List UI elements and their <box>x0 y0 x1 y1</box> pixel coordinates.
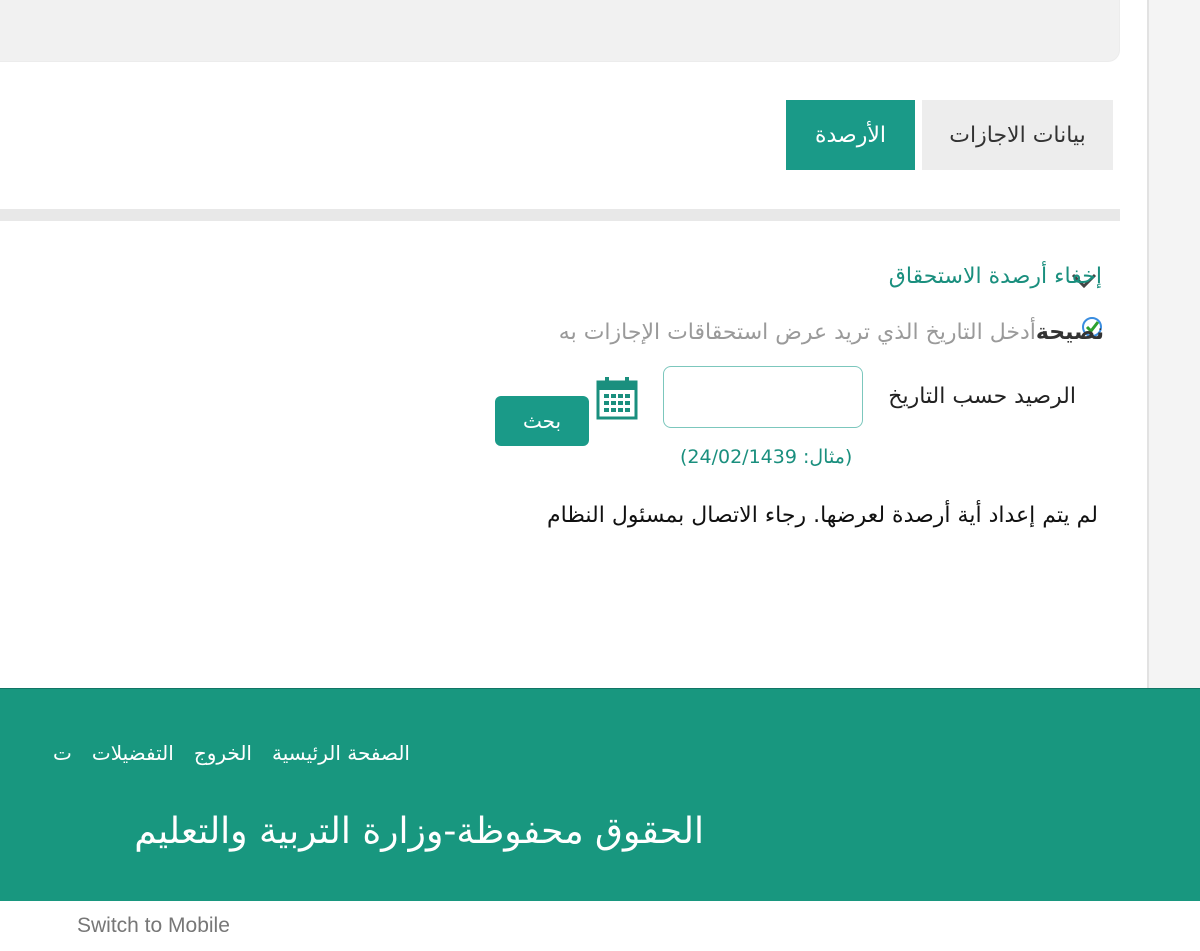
footer-link-home[interactable]: الصفحة الرئيسية <box>272 741 410 765</box>
tab-leave-data[interactable]: بيانات الاجازات <box>922 100 1113 170</box>
hide-balances-label: إخفاء أرصدة الاستحقاق <box>888 264 1102 289</box>
footer-link-preferences[interactable]: التفضيلات <box>92 741 174 765</box>
tab-balances[interactable]: الأرصدة <box>786 100 915 170</box>
tip-text: نصيحةأدخل التاريخ الذي تريد عرض استحقاقا… <box>559 320 1104 345</box>
hide-balances-toggle[interactable]: إخفاء أرصدة الاستحقاق <box>889 264 1102 289</box>
footer-link-partial[interactable]: ت <box>53 741 72 765</box>
search-button[interactable]: بحث <box>495 396 589 446</box>
balance-by-date-label: الرصيد حسب التاريخ <box>888 384 1076 409</box>
tip-message: أدخل التاريخ الذي تريد عرض استحقاقات الإ… <box>558 320 1036 345</box>
no-balances-message: لم يتم إعداد أية أرصدة لعرضها. رجاء الات… <box>547 503 1098 528</box>
date-example-hint: (مثال: 24/02/1439) <box>680 446 853 468</box>
tip-label: نصيحة <box>1035 320 1104 345</box>
right-sidebar-strip <box>1147 0 1200 688</box>
section-divider <box>0 209 1120 221</box>
calendar-icon[interactable] <box>596 376 638 420</box>
footer-links: الصفحة الرئيسية الخروج التفضيلات ت <box>53 741 410 765</box>
copyright-text: الحقوق محفوظة-وزارة التربية والتعليم <box>134 811 704 852</box>
footer-link-logout[interactable]: الخروج <box>194 741 252 765</box>
date-input[interactable] <box>663 366 863 428</box>
footer: الصفحة الرئيسية الخروج التفضيلات ت الحقو… <box>0 688 1200 901</box>
switch-to-mobile-link[interactable]: Switch to Mobile <box>77 914 230 938</box>
top-panel <box>0 0 1120 62</box>
